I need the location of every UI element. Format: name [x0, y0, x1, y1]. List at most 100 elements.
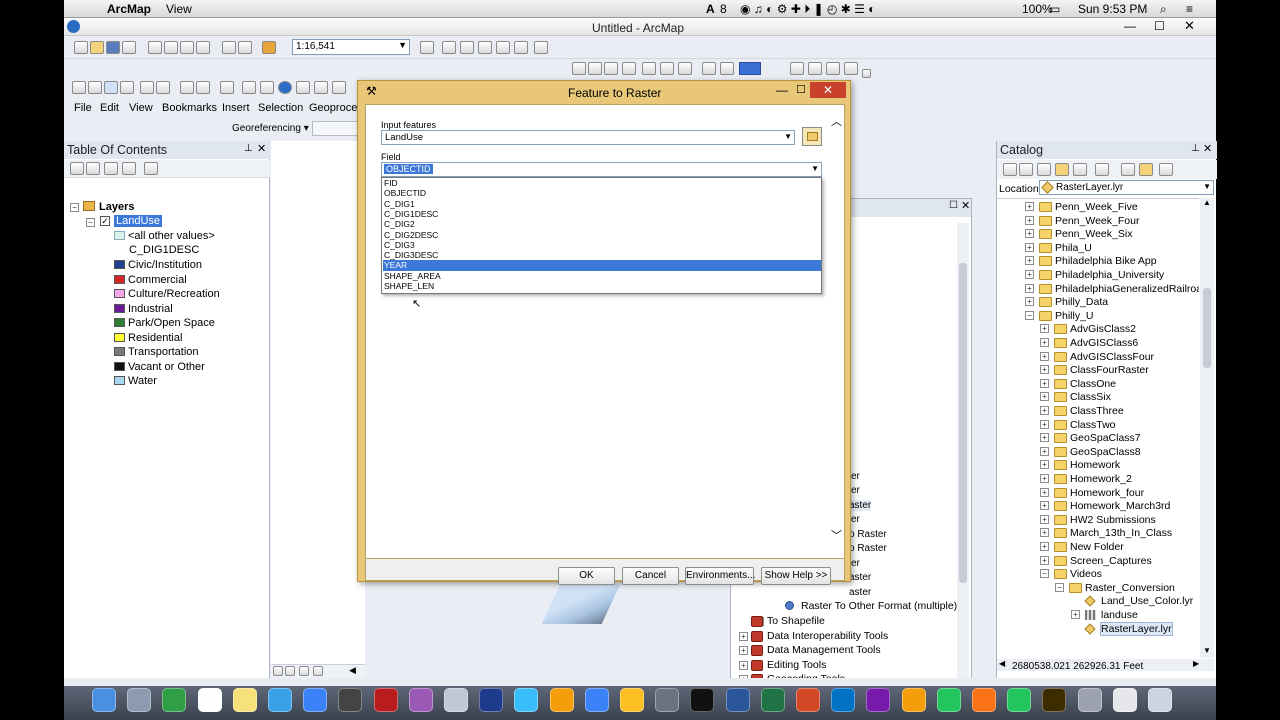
up-one-level-icon[interactable]: [1037, 163, 1051, 176]
home-folder-icon[interactable]: [1055, 163, 1069, 176]
catalog-scroll-thumb[interactable]: [1203, 288, 1211, 368]
scroll-down-icon[interactable]: ﹀: [831, 527, 842, 543]
spotlight-search-icon[interactable]: ⌕: [1160, 2, 1167, 17]
messages-icon[interactable]: [936, 688, 961, 712]
expand-icon[interactable]: +: [739, 632, 748, 641]
arctoolbox-icon[interactable]: [496, 41, 510, 54]
chevron-down-icon[interactable]: ▼: [784, 132, 792, 141]
catalog-item[interactable]: AdvGISClassFour: [1070, 351, 1154, 363]
list-by-selection-icon[interactable]: [122, 162, 136, 175]
refresh-icon[interactable]: [1121, 163, 1135, 176]
catalog-item[interactable]: Penn_Week_Six: [1055, 228, 1132, 240]
photo-icon[interactable]: [162, 688, 187, 712]
zoom-out-page-icon[interactable]: [588, 62, 602, 75]
expand-icon[interactable]: +: [1040, 474, 1049, 483]
ok-button[interactable]: OK: [558, 567, 615, 585]
hyperlink-icon[interactable]: [332, 81, 346, 94]
data-driven-pages-icon[interactable]: [844, 62, 858, 75]
fixed-zoom-icon[interactable]: [140, 81, 154, 94]
close-icon[interactable]: ✕: [257, 142, 266, 155]
forward-extent-icon[interactable]: [720, 62, 734, 75]
app-menu-arcmap[interactable]: ArcMap: [107, 2, 151, 16]
field-option[interactable]: OBJECTID: [383, 188, 821, 198]
legend-class-label[interactable]: Culture/Recreation: [128, 288, 220, 300]
expand-icon[interactable]: +: [1025, 256, 1034, 266]
toolbox-tool-partial[interactable]: er: [851, 558, 860, 569]
notes-icon[interactable]: [232, 688, 257, 712]
toolbox-scrollbar[interactable]: ▼: [957, 223, 969, 693]
field-option[interactable]: SHAPE_LEN: [383, 281, 821, 291]
pan-page-icon[interactable]: [604, 62, 618, 75]
expand-icon[interactable]: +: [1025, 202, 1034, 211]
expand-icon[interactable]: +: [1025, 270, 1034, 279]
back-icon[interactable]: [1003, 163, 1017, 176]
editor-toolbar-icon[interactable]: [420, 41, 434, 54]
list-by-visibility-icon[interactable]: [104, 162, 118, 175]
catalog-item[interactable]: Penn_Week_Four: [1055, 215, 1139, 227]
menu-selection[interactable]: Selection: [258, 102, 303, 114]
select-elements-icon[interactable]: [260, 81, 274, 94]
catalog-options-icon[interactable]: [1159, 163, 1173, 176]
catalog-item[interactable]: Homework: [1070, 459, 1120, 471]
catalog-item[interactable]: PhiladelphiaGeneralizedRailroads2: [1055, 283, 1199, 295]
vlc-icon[interactable]: [549, 688, 574, 712]
catalog-tree[interactable]: + Penn_Week_Five + Penn_Week_Four + Penn_Week…: [997, 198, 1199, 658]
window-dock-icon[interactable]: [1112, 688, 1137, 712]
field-dropdown-list[interactable]: FID OBJECTID C_DIG1 C_DIG1DESC C_DIG2 C_DIG2D…: [381, 177, 822, 294]
menu-file[interactable]: File: [74, 102, 92, 114]
fixed-zoom-out-icon[interactable]: [678, 62, 692, 75]
toolbox-scroll-thumb[interactable]: [959, 263, 967, 583]
menu-bookmarks[interactable]: Bookmarks: [162, 102, 217, 114]
legend-swatch[interactable]: [114, 332, 125, 342]
dialog-scrollbar[interactable]: ︿ ﹀: [831, 113, 845, 558]
toggle-draft-mode-icon[interactable]: [790, 62, 804, 75]
scroll-down-icon[interactable]: ▼: [1203, 646, 1211, 655]
expand-icon[interactable]: +: [1040, 528, 1049, 538]
chevron-down-icon[interactable]: ▼: [398, 40, 407, 50]
quicktime-icon[interactable]: [479, 688, 504, 712]
expand-icon[interactable]: +: [1040, 406, 1049, 415]
change-layout-icon[interactable]: [826, 62, 840, 75]
catalog-item[interactable]: Land_Use_Color.lyr: [1101, 595, 1193, 607]
legend-swatch[interactable]: [114, 347, 125, 356]
excel-icon[interactable]: [760, 688, 785, 712]
app-menu-view[interactable]: View: [166, 2, 192, 16]
chevron-down-icon[interactable]: ▼: [811, 164, 819, 173]
catalog-item[interactable]: GeoSpaClass7: [1070, 432, 1141, 444]
expand-icon[interactable]: +: [739, 646, 748, 655]
itunes-icon[interactable]: [408, 688, 433, 712]
trash-icon[interactable]: [1148, 688, 1172, 712]
list-by-source-icon[interactable]: [86, 162, 100, 175]
bird-icon[interactable]: [514, 688, 539, 712]
legend-class-label[interactable]: Civic/Institution: [128, 259, 202, 271]
delete-icon[interactable]: [196, 41, 210, 54]
copy-icon[interactable]: [164, 41, 178, 54]
zoom-percent-box[interactable]: [739, 62, 761, 75]
dropbox-icon[interactable]: [584, 688, 609, 712]
toolbox-tool-partial[interactable]: er: [851, 471, 860, 482]
field-option[interactable]: C_DIG2: [383, 219, 821, 229]
find-icon[interactable]: [296, 81, 310, 94]
collapse-layer-icon[interactable]: −: [86, 218, 95, 227]
catalog-item[interactable]: Homework_four: [1070, 487, 1144, 499]
refresh-view-icon[interactable]: [299, 666, 309, 676]
legend-swatch[interactable]: [114, 376, 125, 385]
scroll-right-icon[interactable]: ▶: [1193, 659, 1199, 668]
new-document-icon[interactable]: [74, 41, 88, 54]
flash-icon[interactable]: [373, 688, 398, 712]
app-store-icon[interactable]: [303, 688, 328, 712]
catalog-item[interactable]: AdvGISClass6: [1070, 337, 1138, 349]
catalog-window-icon[interactable]: [460, 41, 474, 54]
catalog-item[interactable]: ClassOne: [1070, 378, 1116, 390]
expand-icon[interactable]: +: [1040, 555, 1049, 565]
contacts-icon[interactable]: [901, 688, 926, 712]
field-option[interactable]: C_DIG3DESC: [383, 250, 821, 260]
catalog-item[interactable]: ClassSix: [1070, 391, 1111, 403]
field-option[interactable]: SHAPE_AREA: [383, 271, 821, 281]
expand-icon[interactable]: +: [1040, 501, 1049, 511]
other-values-label[interactable]: <all other values>: [128, 230, 215, 242]
catalog-item[interactable]: New Folder: [1070, 541, 1124, 553]
catalog-item[interactable]: GeoSpaClass8: [1070, 446, 1141, 458]
maximize-icon[interactable]: ☐: [796, 83, 806, 96]
illustrator-icon[interactable]: [1042, 688, 1067, 712]
